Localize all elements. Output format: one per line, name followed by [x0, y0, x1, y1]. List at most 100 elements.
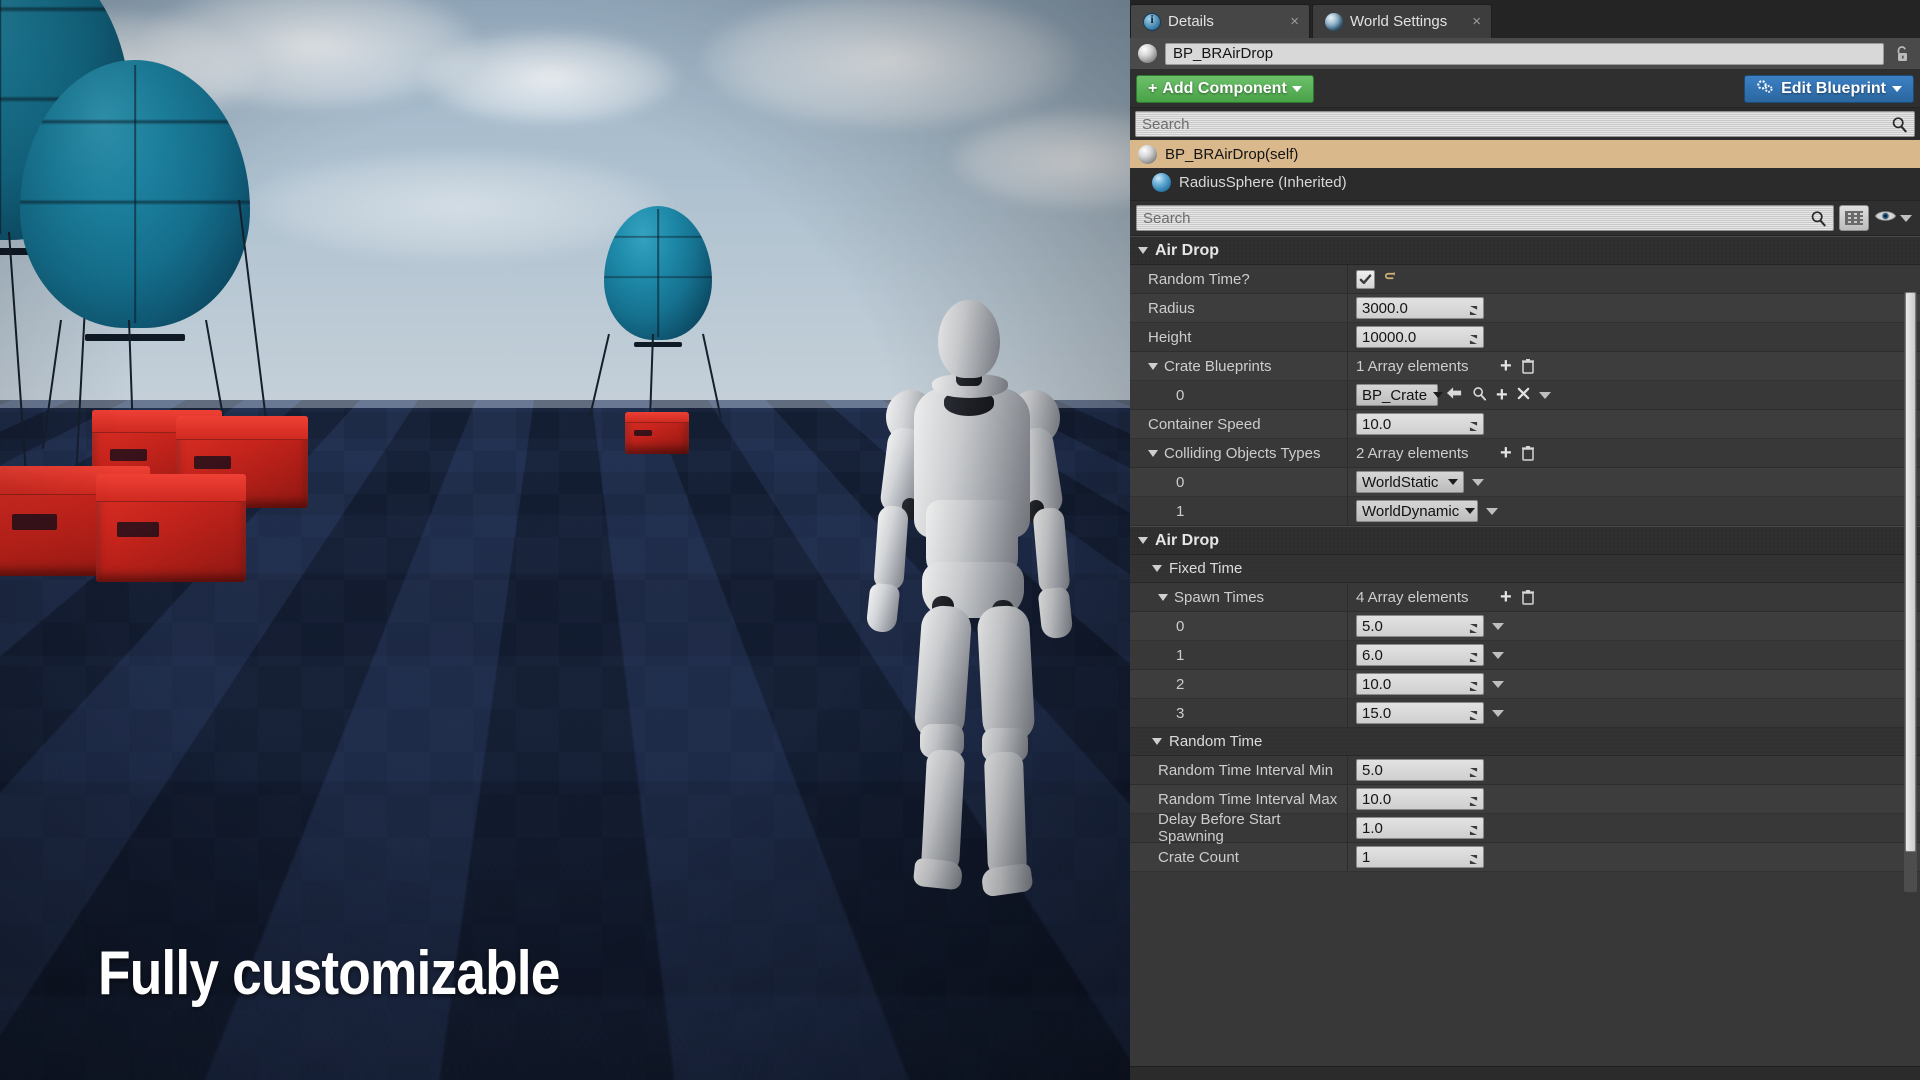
spinner-icon[interactable] [1469, 765, 1478, 777]
spinner-icon[interactable] [1469, 794, 1478, 806]
chevron-down-icon[interactable] [1472, 478, 1484, 486]
component-row-self[interactable]: BP_BRAirDrop(self) [1130, 140, 1920, 168]
spawn-time-1-input[interactable]: 6.0 [1356, 644, 1484, 666]
ue4-mannequin[interactable] [822, 300, 1122, 940]
radius-input[interactable]: 3000.0 [1356, 297, 1484, 319]
spinner-icon[interactable] [1469, 419, 1478, 431]
plus-icon[interactable]: + [1500, 587, 1512, 607]
spinner-icon[interactable] [1469, 679, 1478, 691]
back-arrow-icon[interactable] [1446, 386, 1463, 404]
edit-blueprint-button[interactable]: Edit Blueprint [1744, 74, 1914, 103]
array-count-label: 4 Array elements [1356, 588, 1469, 606]
colliding-type-0-selector[interactable]: WorldStatic [1356, 471, 1464, 493]
chevron-down-icon [1148, 362, 1158, 370]
property-label-wrap[interactable]: Spawn Times [1130, 583, 1348, 611]
chevron-down-icon[interactable] [1900, 214, 1912, 222]
plus-icon[interactable]: + [1500, 443, 1512, 463]
category-header-air-drop-1[interactable]: Air Drop [1130, 236, 1920, 265]
spawn-time-2-input[interactable]: 10.0 [1356, 673, 1484, 695]
category-header-air-drop-2[interactable]: Air Drop [1130, 526, 1920, 555]
tab-world-settings[interactable]: World Settings × [1312, 4, 1492, 38]
supply-crate[interactable] [625, 412, 689, 454]
crate-count-input[interactable]: 1 [1356, 846, 1484, 868]
spinner-icon[interactable] [1469, 852, 1478, 864]
trash-icon[interactable] [1521, 445, 1536, 462]
property-label-wrap[interactable]: Colliding Objects Types [1130, 439, 1348, 467]
colliding-type-0-value: WorldStatic [1362, 473, 1439, 491]
spawn-time-3-input[interactable]: 15.0 [1356, 702, 1484, 724]
category-header-air-drop-1-label: Air Drop [1155, 241, 1219, 259]
container-speed-input[interactable]: 10.0 [1356, 413, 1484, 435]
array-tools: + [1500, 356, 1536, 376]
property-label: Radius [1130, 294, 1348, 322]
property-value: 2 Array elements + [1348, 439, 1920, 467]
visibility-options[interactable] [1874, 208, 1914, 228]
spinner-icon[interactable] [1469, 823, 1478, 835]
subcategory-header-random-time[interactable]: Random Time [1130, 728, 1920, 756]
random-time-checkbox[interactable] [1356, 269, 1375, 289]
colliding-type-1-selector[interactable]: WorldDynamic [1356, 500, 1478, 522]
grid-icon[interactable] [1839, 205, 1869, 231]
random-time-interval-max-input[interactable]: 10.0 [1356, 788, 1484, 810]
spawn-time-0-value: 5.0 [1362, 617, 1383, 635]
spawn-time-0-input[interactable]: 5.0 [1356, 615, 1484, 637]
chevron-down-icon[interactable] [1492, 622, 1504, 630]
chevron-down-icon[interactable] [1492, 651, 1504, 659]
clear-icon[interactable] [1517, 387, 1530, 404]
component-row-radiussphere[interactable]: RadiusSphere (Inherited) [1130, 168, 1920, 196]
tab-details[interactable]: Details × [1130, 4, 1310, 38]
details-scrollbar-thumb[interactable] [1905, 292, 1916, 852]
close-icon[interactable]: × [1462, 13, 1481, 30]
component-search-input[interactable]: Search [1135, 111, 1915, 137]
trash-icon[interactable] [1521, 589, 1536, 606]
gears-icon [1756, 79, 1775, 99]
spinner-icon[interactable] [1469, 332, 1478, 344]
property-label-wrap[interactable]: Crate Blueprints [1130, 352, 1348, 380]
property-label: Random Time? [1130, 265, 1348, 293]
details-scrollbar[interactable] [1904, 292, 1917, 892]
unlock-icon[interactable] [1892, 44, 1912, 64]
plus-icon[interactable]: + [1500, 356, 1512, 376]
chevron-down-icon[interactable] [1538, 391, 1551, 399]
spinner-icon[interactable] [1469, 303, 1478, 315]
chevron-down-icon[interactable] [1486, 507, 1498, 515]
supply-crate[interactable] [96, 474, 246, 582]
crate-blueprint-selector[interactable]: BP_Crate [1356, 384, 1444, 406]
array-index-label: 0 [1130, 381, 1348, 409]
level-viewport[interactable]: Fully customizable [0, 0, 1130, 1080]
height-input[interactable]: 10000.0 [1356, 326, 1484, 348]
property-label: Height [1130, 323, 1348, 351]
mannequin-forearm-right [1032, 506, 1071, 596]
sphere-icon-blue [1152, 172, 1171, 192]
chevron-down-icon[interactable] [1492, 680, 1504, 688]
subcategory-header-fixed-time[interactable]: Fixed Time [1130, 555, 1920, 583]
spinner-icon[interactable] [1469, 621, 1478, 633]
chevron-down-icon[interactable] [1492, 709, 1504, 717]
delay-before-start-spawning-input[interactable]: 1.0 [1356, 817, 1484, 839]
trash-icon[interactable] [1521, 358, 1536, 375]
chevron-down-icon [1138, 247, 1148, 254]
reset-arrow-icon[interactable] [1383, 270, 1398, 289]
actor-name-input[interactable] [1165, 42, 1884, 65]
random-time-interval-min-input[interactable]: 5.0 [1356, 759, 1484, 781]
browse-icon[interactable] [1472, 386, 1487, 405]
details-search-row: Search [1130, 200, 1920, 236]
add-component-button[interactable]: + Add Component [1136, 74, 1314, 103]
property-row-container-speed: Container Speed 10.0 [1130, 410, 1920, 439]
array-index-label: 0 [1130, 612, 1348, 640]
crate-lid [96, 474, 246, 503]
property-label: Crate Count [1130, 843, 1348, 871]
panel-tabbar: Details × World Settings × [1130, 0, 1920, 38]
spinner-icon[interactable] [1469, 650, 1478, 662]
close-icon[interactable]: × [1280, 13, 1299, 30]
eye-icon[interactable] [1874, 208, 1897, 228]
spinner-icon[interactable] [1469, 708, 1478, 720]
plus-icon[interactable]: + [1496, 385, 1508, 405]
property-row-spawn-time-3: 3 15.0 [1130, 699, 1920, 728]
balloon[interactable] [604, 206, 712, 347]
balloon[interactable] [20, 60, 250, 342]
property-value: 1 Array elements + [1348, 352, 1920, 380]
details-search-input[interactable]: Search [1136, 205, 1834, 231]
chevron-down-icon [1448, 479, 1458, 485]
component-search-placeholder: Search [1142, 115, 1190, 133]
